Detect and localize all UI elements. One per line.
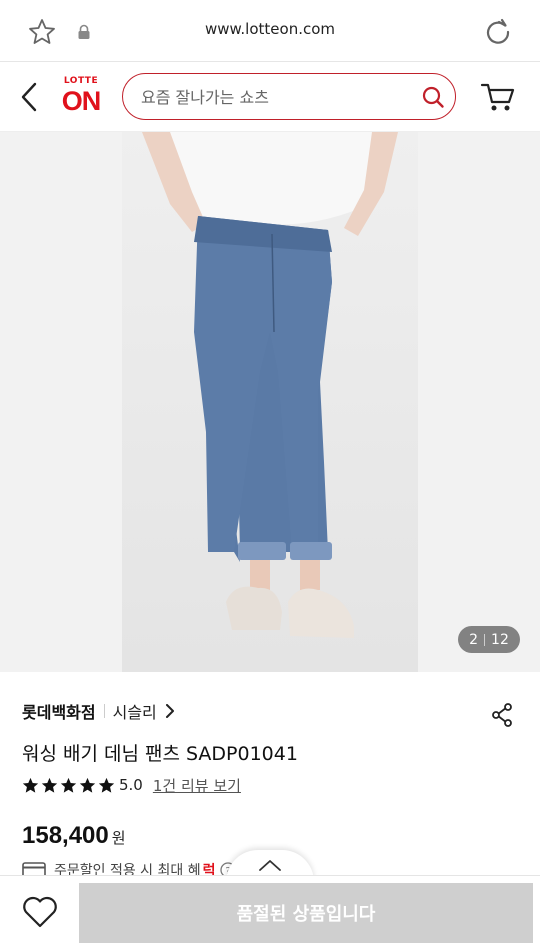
brand-name[interactable]: 시슬리	[113, 699, 157, 723]
chevron-up-icon	[259, 860, 281, 871]
brand-row[interactable]: 롯데백화점 시슬리	[22, 700, 175, 722]
rating-stars	[22, 777, 115, 794]
back-icon[interactable]	[18, 80, 42, 114]
chevron-right-icon[interactable]	[165, 704, 175, 718]
rating-score: 5.0	[119, 776, 143, 794]
star-filled-icon	[98, 777, 115, 793]
bottom-action-bar: 품절된 상품입니다	[0, 875, 540, 946]
url-text[interactable]: www.lotteon.com	[0, 20, 540, 38]
logo-on-text: ON	[61, 86, 102, 116]
soldout-button[interactable]: 품절된 상품입니다	[79, 883, 533, 943]
search-box[interactable]	[122, 73, 456, 120]
search-icon[interactable]	[421, 85, 445, 109]
lotteon-logo[interactable]: LOTTE ON	[58, 76, 104, 118]
price-currency: 원	[111, 829, 126, 847]
search-input[interactable]	[141, 84, 401, 110]
denim-pants-image	[142, 132, 398, 638]
image-counter-total: 12	[491, 631, 509, 648]
browser-bar: www.lotteon.com	[0, 0, 540, 62]
rating-row: 5.0 1건 리뷰 보기	[22, 775, 241, 795]
share-icon[interactable]	[490, 702, 514, 728]
product-photo[interactable]	[122, 132, 418, 672]
app-header: LOTTE ON	[0, 62, 540, 132]
review-link[interactable]: 1건 리뷰 보기	[153, 775, 241, 796]
brand-divider	[103, 704, 105, 718]
star-filled-icon	[79, 777, 96, 793]
product-image-gallery[interactable]: 2 12	[0, 132, 540, 672]
image-counter-current: 2	[469, 631, 479, 648]
star-filled-icon	[60, 777, 77, 793]
image-counter: 2 12	[458, 626, 520, 653]
price-value: 158,400	[22, 822, 109, 849]
star-filled-icon	[22, 777, 39, 793]
product-title: 워싱 배기 데님 팬츠 SADP01041	[22, 743, 298, 765]
cart-icon[interactable]	[480, 80, 516, 114]
store-name[interactable]: 롯데백화점	[22, 699, 96, 723]
price-row: 158,400 원	[22, 822, 126, 850]
heart-icon[interactable]	[21, 895, 59, 929]
star-filled-icon	[41, 777, 58, 793]
reload-icon[interactable]	[484, 18, 512, 46]
image-counter-divider	[484, 633, 486, 646]
